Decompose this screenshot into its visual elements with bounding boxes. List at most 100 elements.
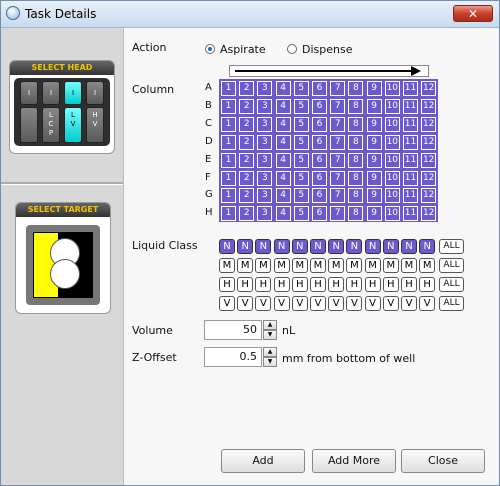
well[interactable]: 7 [330,206,346,222]
well[interactable]: 6 [312,152,327,168]
well[interactable]: 3 [257,152,273,168]
liquid-class-toggle[interactable]: V [401,296,417,311]
liquid-class-toggle[interactable]: V [310,296,326,311]
add-more-button[interactable]: Add More [312,449,396,473]
well[interactable]: 6 [312,170,327,186]
well[interactable]: 11 [403,98,418,114]
volume-input[interactable]: 50 [204,320,262,340]
liquid-class-toggle[interactable]: N [346,239,363,254]
head-option-1[interactable]: I [20,81,38,143]
liquid-class-toggle[interactable]: N [291,239,308,254]
well[interactable]: 3 [257,134,273,150]
well[interactable]: 2 [239,116,255,132]
liquid-class-toggle[interactable]: H [237,277,254,292]
well[interactable]: 1 [221,81,236,96]
well[interactable]: 3 [257,98,273,114]
liquid-class-toggle[interactable]: M [419,258,436,273]
well[interactable]: 8 [348,188,364,204]
well[interactable]: 11 [403,188,418,204]
liquid-class-toggle[interactable]: H [273,277,290,292]
well[interactable]: 8 [348,152,364,168]
well[interactable]: 9 [366,152,382,168]
liquid-class-toggle[interactable]: V [382,296,399,311]
liquid-class-toggle[interactable]: M [382,258,399,273]
liquid-class-toggle[interactable]: N [219,239,235,254]
well[interactable]: 3 [257,81,273,96]
well[interactable]: 10 [384,170,400,186]
liquid-class-toggle[interactable]: H [328,277,345,292]
well[interactable]: 4 [275,152,291,168]
well[interactable]: 5 [293,188,309,204]
well[interactable]: 6 [312,98,327,114]
head-option-lv[interactable]: I L V [64,81,82,143]
volume-stepper[interactable]: ▲ ▼ [263,320,277,340]
liquid-class-toggle[interactable]: N [401,239,417,254]
well[interactable]: 1 [221,188,236,204]
liquid-class-toggle[interactable]: H [255,277,272,292]
well[interactable]: 10 [384,206,400,222]
well[interactable]: 4 [275,134,291,150]
well[interactable]: 5 [293,152,309,168]
well[interactable]: 12 [421,134,437,150]
well[interactable]: 7 [330,116,346,132]
liquid-class-toggle[interactable]: N [328,239,345,254]
well[interactable]: 5 [293,116,309,132]
well[interactable]: 7 [330,188,346,204]
well[interactable]: 7 [330,98,346,114]
head-option-lcp[interactable]: I L C P [42,81,60,143]
liquid-class-toggle[interactable]: V [237,296,254,311]
liquid-class-all-button[interactable]: ALL [439,239,464,254]
well[interactable]: 10 [384,116,400,132]
well[interactable]: 2 [239,134,255,150]
dispense-radio[interactable] [287,44,297,54]
well[interactable]: 12 [421,116,437,132]
liquid-class-toggle[interactable]: M [310,258,326,273]
liquid-class-toggle[interactable]: N [419,239,436,254]
liquid-class-all-button[interactable]: ALL [439,258,464,273]
head-option-hv[interactable]: I H V [86,81,104,143]
well[interactable]: 9 [366,98,382,114]
well[interactable]: 4 [275,98,291,114]
well[interactable]: 10 [384,188,400,204]
z-offset-down-icon[interactable]: ▼ [263,357,277,367]
well[interactable]: 6 [312,134,327,150]
liquid-class-toggle[interactable]: N [382,239,399,254]
liquid-class-toggle[interactable]: M [255,258,272,273]
well[interactable]: 6 [312,116,327,132]
liquid-class-toggle[interactable]: N [310,239,326,254]
well[interactable]: 11 [403,81,418,96]
liquid-class-toggle[interactable]: M [237,258,254,273]
well[interactable]: 4 [275,170,291,186]
well[interactable]: 2 [239,170,255,186]
dispense-label[interactable]: Dispense [302,43,352,56]
well[interactable]: 8 [348,134,364,150]
well[interactable]: 5 [293,98,309,114]
well[interactable]: 5 [293,170,309,186]
well[interactable]: 12 [421,170,437,186]
well[interactable]: 8 [348,170,364,186]
well[interactable]: 8 [348,98,364,114]
well[interactable]: 2 [239,206,255,222]
liquid-class-toggle[interactable]: H [401,277,417,292]
well[interactable]: 7 [330,81,346,96]
liquid-class-toggle[interactable]: M [291,258,308,273]
well[interactable]: 10 [384,98,400,114]
liquid-class-toggle[interactable]: V [255,296,272,311]
well[interactable]: 4 [275,206,291,222]
aspirate-label[interactable]: Aspirate [220,43,266,56]
liquid-class-toggle[interactable]: H [291,277,308,292]
volume-down-icon[interactable]: ▼ [263,330,277,340]
liquid-class-toggle[interactable]: V [419,296,436,311]
liquid-class-toggle[interactable]: V [364,296,381,311]
well[interactable]: 9 [366,188,382,204]
well[interactable]: 3 [257,116,273,132]
well[interactable]: 11 [403,134,418,150]
well[interactable]: 1 [221,116,236,132]
liquid-class-toggle[interactable]: N [364,239,381,254]
well[interactable]: 10 [384,81,400,96]
well[interactable]: 5 [293,206,309,222]
liquid-class-toggle[interactable]: M [346,258,363,273]
liquid-class-toggle[interactable]: H [382,277,399,292]
liquid-class-toggle[interactable]: H [364,277,381,292]
z-offset-input[interactable]: 0.5 [204,347,262,367]
